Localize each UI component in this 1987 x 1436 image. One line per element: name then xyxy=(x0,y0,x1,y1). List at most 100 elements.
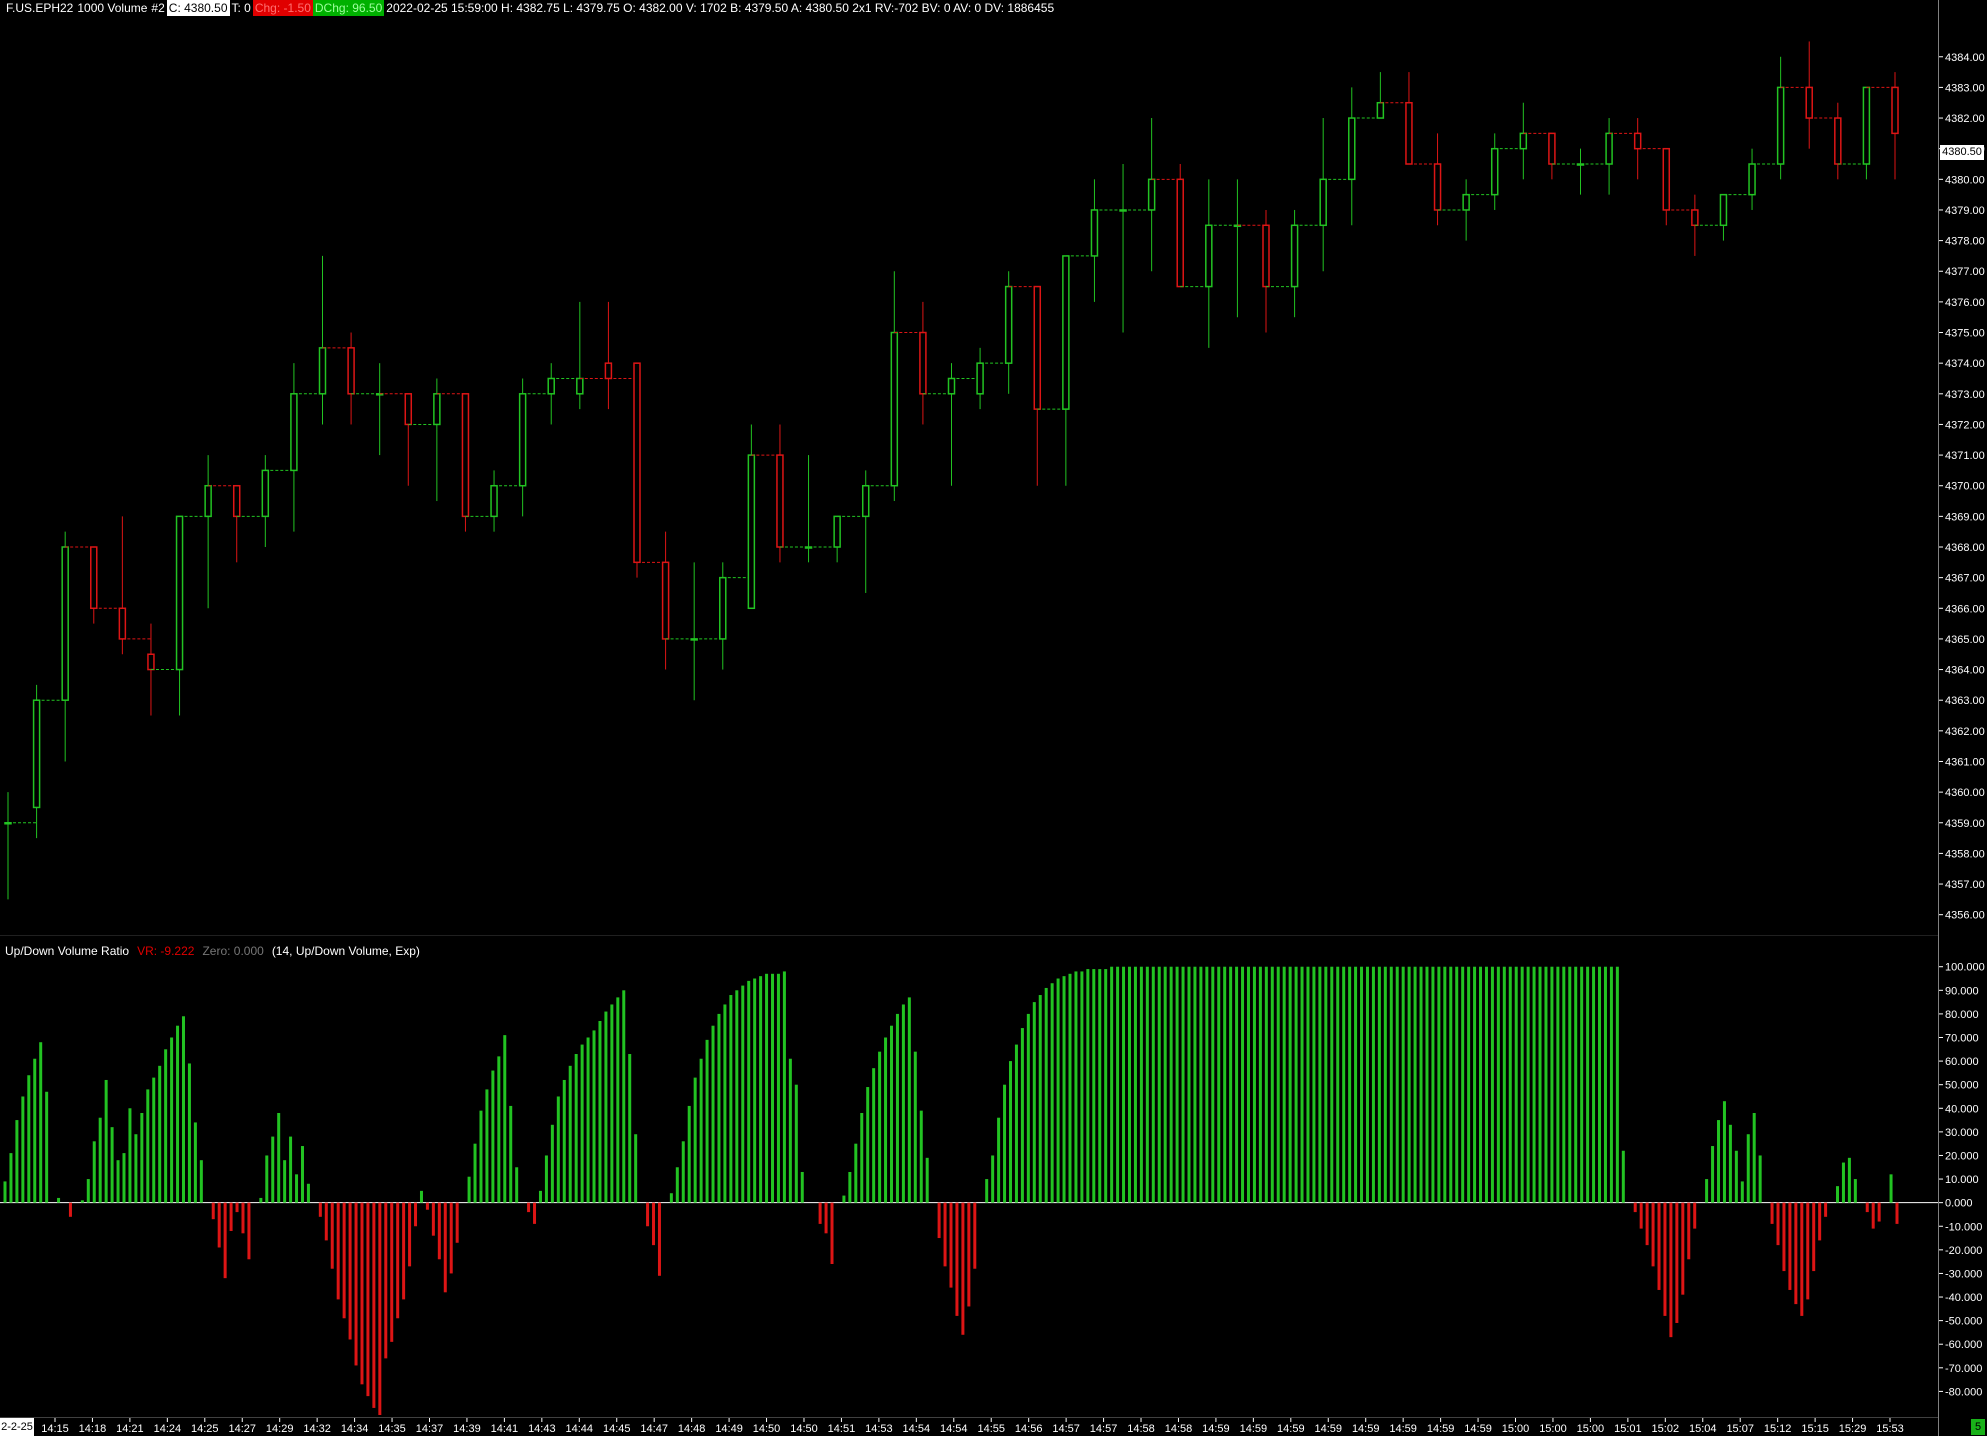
candle-body xyxy=(1147,178,1156,211)
indicator-title[interactable]: Up/Down Volume Ratio VR: -9.222 Zero: 0.00… xyxy=(5,944,420,958)
indicator-pane[interactable] xyxy=(0,966,1938,1415)
ratio-bar xyxy=(1824,1202,1828,1217)
ratio-bar xyxy=(955,1202,959,1316)
ratio-bar xyxy=(747,980,751,1203)
ratio-bar xyxy=(1645,1202,1649,1246)
price-axis[interactable]: 4384.004383.004382.004381.004380.004379.… xyxy=(1938,52,1985,922)
ratio-bar xyxy=(1413,966,1417,1203)
ratio-bar xyxy=(217,1202,221,1248)
indicator-tick-label: -30.000 xyxy=(1945,1268,1982,1280)
ratio-bar xyxy=(1241,966,1245,1203)
ratio-bar xyxy=(824,1202,828,1234)
indicator-tick-label: 100.000 xyxy=(1945,962,1985,974)
price-tick-label: 4377.00 xyxy=(1945,266,1985,278)
candle-body xyxy=(261,469,270,518)
price-tick-label: 4374.00 xyxy=(1945,358,1985,370)
candle-body xyxy=(1376,101,1385,119)
ratio-bar xyxy=(176,1025,180,1203)
ratio-bar xyxy=(598,1020,602,1203)
ratio-bar xyxy=(1675,1202,1679,1323)
ratio-bar xyxy=(1229,966,1233,1203)
time-tick-label: 14:39 xyxy=(453,1423,481,1435)
ratio-bar xyxy=(652,1202,656,1246)
ratio-bar xyxy=(895,1013,899,1203)
candle-body xyxy=(1433,163,1442,211)
ratio-bar xyxy=(610,1004,614,1203)
ratio-bar xyxy=(919,1110,923,1203)
candle-body xyxy=(1834,117,1842,165)
price-tick-label: 4357.00 xyxy=(1945,879,1985,891)
ratio-bar xyxy=(628,1054,632,1203)
ratio-bar xyxy=(223,1202,227,1279)
time-tick-label: 14:32 xyxy=(303,1423,331,1435)
ratio-bar xyxy=(1841,1162,1845,1203)
ratio-bar xyxy=(800,1171,804,1203)
ratio-bar xyxy=(1794,1202,1798,1305)
ratio-bar xyxy=(1728,1124,1732,1203)
ratio-bar xyxy=(1252,966,1256,1203)
price-tick-label: 4356.00 xyxy=(1945,910,1985,922)
time-tick-label: 14:58 xyxy=(1127,1423,1155,1435)
ratio-bar xyxy=(1484,966,1488,1203)
ratio-bar xyxy=(735,990,739,1203)
price-tick-label: 4370.00 xyxy=(1945,481,1985,493)
candle-body xyxy=(919,331,927,395)
ratio-bar xyxy=(1544,966,1548,1203)
ratio-bar xyxy=(259,1197,263,1203)
time-tick-label: 14:59 xyxy=(1352,1423,1380,1435)
bar-period-label[interactable]: 1000 Volume xyxy=(75,0,149,16)
ratio-bar xyxy=(1419,966,1423,1203)
time-tick-label: 14:41 xyxy=(491,1423,519,1435)
ratio-bar xyxy=(1003,1084,1007,1203)
ratio-bar xyxy=(247,1202,251,1260)
ratio-bar xyxy=(1431,966,1435,1203)
indicator-tick-label: -10.000 xyxy=(1945,1221,1982,1233)
ratio-bar xyxy=(901,1004,905,1203)
ratio-bar xyxy=(1193,966,1197,1203)
ratio-bar xyxy=(1693,1202,1697,1229)
ratio-bar xyxy=(170,1037,174,1203)
ratio-bar xyxy=(937,1202,941,1239)
ratio-bar xyxy=(122,1153,126,1203)
ratio-bar xyxy=(1532,966,1536,1203)
ratio-bar xyxy=(330,1202,334,1269)
ratio-bar xyxy=(1050,983,1054,1203)
ratio-bar xyxy=(491,1070,495,1203)
price-pane[interactable] xyxy=(4,41,1899,900)
time-tick-label: 14:57 xyxy=(1090,1423,1118,1435)
close-price-badge: C: 4380.50 xyxy=(166,0,230,16)
ratio-bar xyxy=(830,1202,834,1264)
time-tick-label: 14:37 xyxy=(416,1423,444,1435)
time-axis[interactable]: 14:15 14:18 14:21 14:24 14:25 14:27 14:29 14:32… xyxy=(41,1418,1904,1435)
ratio-bar xyxy=(1639,1202,1643,1229)
ratio-bar xyxy=(1467,966,1471,1203)
ratio-bar xyxy=(1455,966,1459,1203)
ratio-bar xyxy=(366,1202,370,1397)
ratio-bar xyxy=(550,1124,554,1203)
ratio-bar xyxy=(408,1202,412,1267)
price-tick-label: 4383.00 xyxy=(1945,82,1985,94)
ratio-bar xyxy=(134,1134,138,1203)
ratio-bar xyxy=(1425,966,1429,1203)
price-tick-label: 4372.00 xyxy=(1945,419,1985,431)
ratio-bar xyxy=(1603,966,1607,1203)
chart-canvas[interactable]: 4384.004383.004382.004381.004380.004379.… xyxy=(0,0,1987,1436)
indicator-tick-label: -20.000 xyxy=(1945,1245,1982,1257)
ratio-bar xyxy=(39,1042,43,1203)
ratio-bar xyxy=(1032,1002,1036,1203)
time-tick-label: 14:59 xyxy=(1277,1423,1305,1435)
ratio-bar xyxy=(1473,966,1477,1203)
ratio-bar xyxy=(794,1084,798,1203)
time-tick-label: 14:57 xyxy=(1052,1423,1080,1435)
status-corner-badge[interactable]: 5 xyxy=(1971,1419,1985,1435)
ratio-bar xyxy=(372,1202,376,1408)
indicator-axis[interactable]: 100.000 90.000 80.000 70.000 60.000 50.000 40.… xyxy=(1938,962,1985,1399)
ratio-bar xyxy=(943,1202,947,1267)
ratio-bar xyxy=(158,1065,162,1203)
ratio-bar xyxy=(199,1160,203,1203)
ratio-bar xyxy=(699,1058,703,1203)
ratio-bar xyxy=(604,1011,608,1203)
time-tick-label: 14:18 xyxy=(79,1423,107,1435)
ratio-bar xyxy=(1877,1202,1881,1222)
symbol-label[interactable]: F.US.EPH22 xyxy=(4,0,75,16)
